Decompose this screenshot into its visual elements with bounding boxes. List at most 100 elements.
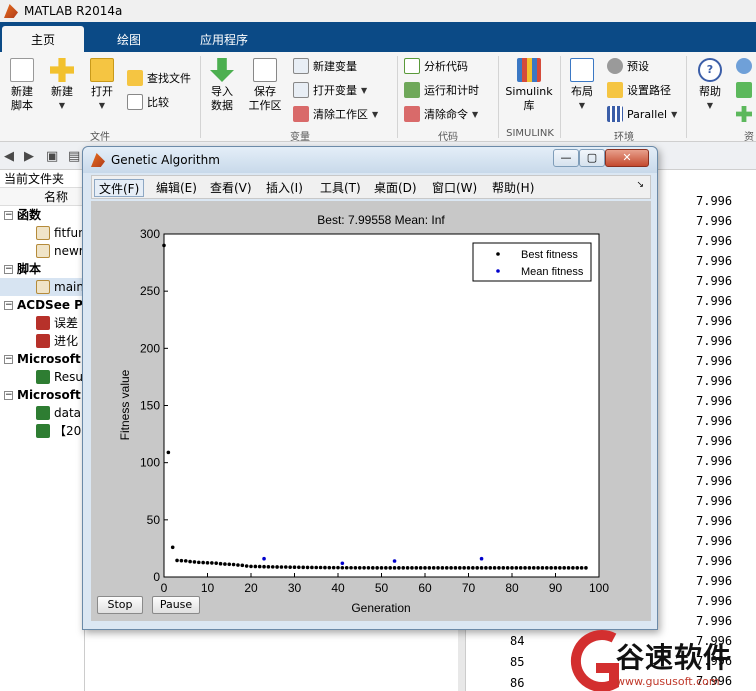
add-ons-button[interactable]: [736, 106, 752, 122]
menu-file[interactable]: 文件(F): [94, 179, 145, 197]
variable-value-cell[interactable]: 7.996: [696, 534, 732, 548]
variable-value-cell[interactable]: 7.996: [696, 334, 732, 348]
best-fitness-point: [458, 566, 462, 570]
community-icon: [736, 58, 752, 74]
save-workspace-button[interactable]: 保存 工作区: [246, 58, 284, 113]
set-path-button[interactable]: 设置路径: [607, 82, 671, 98]
open-variable-icon: [293, 82, 309, 98]
variable-value-cell[interactable]: 7.996: [696, 554, 732, 568]
request-support-button[interactable]: [736, 82, 752, 98]
genetic-algorithm-window[interactable]: Genetic Algorithm — ▢ ✕ 文件(F) 编辑(E) 查看(V…: [82, 146, 658, 630]
forward-arrow-icon[interactable]: ▶: [24, 149, 34, 164]
tab-apps[interactable]: 应用程序: [174, 26, 274, 52]
menu-desktop[interactable]: 桌面(D): [370, 179, 421, 197]
variable-value-cell[interactable]: 7.996: [696, 494, 732, 508]
file-item[interactable]: 误差: [0, 314, 84, 332]
variable-value-cell[interactable]: 7.996: [696, 414, 732, 428]
file-group[interactable]: − 脚本: [0, 260, 84, 278]
menu-view[interactable]: 查看(V): [206, 179, 256, 197]
ribbon-separator: [397, 56, 398, 138]
best-fitness-point: [275, 565, 279, 569]
variable-value-cell[interactable]: 7.996: [696, 214, 732, 228]
open-button[interactable]: 打开 ▼: [86, 58, 118, 113]
tab-plots[interactable]: 绘图: [88, 26, 170, 52]
column-header-name[interactable]: 名称: [0, 188, 84, 206]
run-and-time-icon: [404, 82, 420, 98]
up-folder-icon[interactable]: ▣: [46, 149, 58, 164]
variable-value-cell[interactable]: 7.996: [696, 614, 732, 628]
file-item[interactable]: Resu: [0, 368, 84, 386]
file-group[interactable]: − Microsoft: [0, 386, 84, 404]
variable-value-cell[interactable]: 7.996: [696, 314, 732, 328]
collapse-icon[interactable]: −: [4, 300, 13, 310]
file-item[interactable]: main: [0, 278, 84, 296]
file-group[interactable]: − 函数: [0, 206, 84, 224]
collapse-icon[interactable]: −: [4, 264, 13, 274]
find-files-button[interactable]: 查找文件: [127, 70, 191, 86]
variable-value-cell[interactable]: 7.996: [696, 514, 732, 528]
clear-commands-icon: [404, 106, 420, 122]
preferences-button[interactable]: 预设: [607, 58, 649, 74]
variable-value-cell[interactable]: 7.996: [696, 274, 732, 288]
layout-button[interactable]: 布局 ▼: [566, 58, 598, 113]
back-arrow-icon[interactable]: ◀: [4, 149, 14, 164]
parallel-button[interactable]: Parallel ▼: [607, 106, 677, 122]
collapse-icon[interactable]: −: [4, 354, 13, 364]
clear-workspace-button[interactable]: 清除工作区 ▼: [293, 106, 378, 122]
variable-value-cell[interactable]: 7.996: [696, 234, 732, 248]
help-button[interactable]: ? 帮助 ▼: [694, 58, 726, 113]
group-variable-label: 变量: [290, 132, 310, 143]
variable-value-cell[interactable]: 7.996: [696, 474, 732, 488]
variable-value-cell[interactable]: 7.996: [696, 194, 732, 208]
file-group[interactable]: −ACDSee PN: [0, 296, 84, 314]
variable-value-cell[interactable]: 7.996: [696, 254, 732, 268]
best-fitness-point: [571, 566, 575, 570]
variable-value-cell[interactable]: 7.996: [696, 294, 732, 308]
minimize-button[interactable]: —: [553, 149, 579, 167]
pause-button[interactable]: Pause: [152, 596, 200, 614]
file-item[interactable]: fitfun: [0, 224, 84, 242]
x-tick-label: 90: [549, 581, 563, 595]
menu-tools[interactable]: 工具(T): [316, 179, 365, 197]
maximize-button[interactable]: ▢: [579, 149, 605, 167]
menu-edit[interactable]: 编辑(E): [152, 179, 201, 197]
compare-button[interactable]: 比较: [127, 94, 169, 110]
run-and-time-button[interactable]: 运行和计时: [404, 82, 479, 98]
file-item[interactable]: data: [0, 404, 84, 422]
dock-arrow-icon[interactable]: ↘: [636, 180, 644, 190]
new-variable-button[interactable]: 新建变量: [293, 58, 357, 74]
best-fitness-point: [227, 562, 232, 567]
variable-value-cell[interactable]: 7.996: [696, 434, 732, 448]
menu-insert[interactable]: 插入(I): [262, 179, 307, 197]
new-script-button[interactable]: 新建 脚本: [6, 58, 38, 113]
variable-value-cell[interactable]: 7.996: [696, 394, 732, 408]
best-fitness-point: [418, 566, 423, 570]
file-item[interactable]: newr: [0, 242, 84, 260]
open-variable-button[interactable]: 打开变量 ▼: [293, 82, 367, 98]
stop-button[interactable]: Stop: [97, 596, 143, 614]
collapse-icon[interactable]: −: [4, 210, 13, 220]
scrollbar[interactable]: [458, 628, 465, 691]
collapse-icon[interactable]: −: [4, 390, 13, 400]
variable-value-cell[interactable]: 7.996: [696, 594, 732, 608]
variable-value-cell[interactable]: 7.996: [696, 574, 732, 588]
close-button[interactable]: ✕: [605, 149, 649, 167]
browse-folder-icon[interactable]: ▤: [68, 149, 80, 164]
simulink-library-button[interactable]: Simulink 库: [504, 58, 554, 113]
community-button[interactable]: [736, 58, 752, 74]
clear-commands-button[interactable]: 清除命令 ▼: [404, 106, 478, 122]
menu-window[interactable]: 窗口(W): [428, 179, 481, 197]
import-data-button[interactable]: 导入 数据: [206, 58, 238, 113]
file-group[interactable]: − Microsoft: [0, 350, 84, 368]
variable-value-cell[interactable]: 7.996: [696, 374, 732, 388]
variable-value-cell[interactable]: 7.996: [696, 354, 732, 368]
table-row-index: 84: [510, 634, 525, 648]
menu-help[interactable]: 帮助(H): [488, 179, 538, 197]
analyze-code-button[interactable]: 分析代码: [404, 58, 468, 74]
legend-label-best: Best fitness: [521, 249, 578, 261]
new-button[interactable]: 新建 ▼: [46, 58, 78, 113]
file-item[interactable]: 【20: [0, 422, 84, 440]
tab-home[interactable]: 主页: [2, 26, 84, 52]
file-item[interactable]: 进化: [0, 332, 84, 350]
variable-value-cell[interactable]: 7.996: [696, 454, 732, 468]
